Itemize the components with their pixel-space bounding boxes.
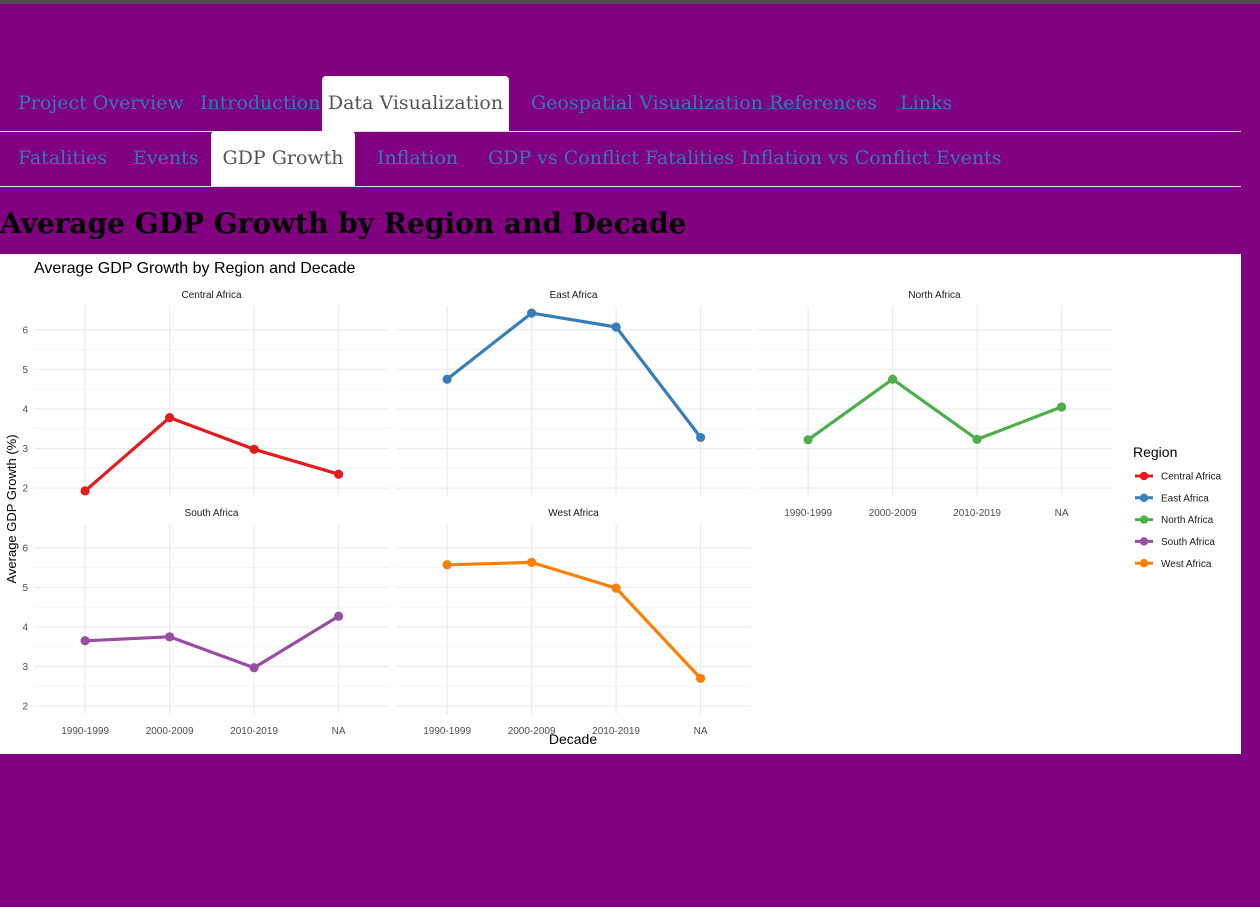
data-point-south-africa xyxy=(80,636,90,646)
legend-label-north-africa: North Africa xyxy=(1161,515,1214,526)
y-tick-label: 5 xyxy=(22,365,28,376)
tab-project-overview[interactable]: Project Overview xyxy=(18,76,184,130)
y-tick-label: 3 xyxy=(22,444,28,455)
subtab-events[interactable]: Events xyxy=(133,131,198,185)
y-tick-label: 4 xyxy=(22,404,28,415)
x-tick-label: 2010-2019 xyxy=(230,726,278,737)
legend-title: Region xyxy=(1133,444,1177,460)
facet-label-south-africa: South Africa xyxy=(185,508,239,519)
y-tick-label: 6 xyxy=(22,543,28,554)
data-point-central-africa xyxy=(249,444,259,454)
data-point-west-africa xyxy=(527,557,537,567)
x-tick-label: 2000-2009 xyxy=(869,508,917,519)
data-point-west-africa xyxy=(611,583,621,593)
facet-label-central-africa: Central Africa xyxy=(181,290,241,301)
data-point-central-africa xyxy=(80,486,90,496)
legend-label-east-africa: East Africa xyxy=(1161,493,1209,504)
legend-key-point xyxy=(1139,559,1149,568)
data-point-south-africa xyxy=(333,611,344,621)
x-tick-label: NA xyxy=(694,726,708,737)
main-tab-bar: Project Overview Introduction Data Visua… xyxy=(0,76,1241,132)
data-point-north-africa xyxy=(888,374,898,384)
facet-label-west-africa: West Africa xyxy=(548,508,599,519)
data-point-central-africa xyxy=(333,469,344,479)
data-point-east-africa xyxy=(695,432,706,443)
y-tick-label: 2 xyxy=(22,702,28,713)
x-tick-label: 1990-1999 xyxy=(423,726,471,737)
x-tick-label: 1990-1999 xyxy=(61,726,109,737)
x-tick-label: 2000-2009 xyxy=(146,726,194,737)
y-tick-label: 5 xyxy=(22,583,28,594)
x-tick-label: 1990-1999 xyxy=(784,508,832,519)
data-point-west-africa xyxy=(695,673,706,683)
series-line-west-africa xyxy=(445,560,703,680)
x-tick-label: 2010-2019 xyxy=(953,508,1001,519)
legend-key-point xyxy=(1139,471,1149,481)
legend-label-central-africa: Central Africa xyxy=(1161,472,1221,483)
data-point-west-africa xyxy=(442,560,452,570)
x-tick-label: NA xyxy=(332,726,346,737)
sub-tab-bar: Fatalities Events GDP Growth Inflation G… xyxy=(0,131,1241,187)
legend-label-south-africa: South Africa xyxy=(1161,537,1215,548)
x-tick-label: NA xyxy=(1055,508,1069,519)
chart-title: Average GDP Growth by Region and Decade xyxy=(34,260,355,277)
data-point-north-africa xyxy=(803,435,813,445)
series-line-south-africa xyxy=(83,614,341,670)
legend-key-point xyxy=(1139,515,1149,524)
y-tick-label: 3 xyxy=(22,662,28,673)
subtab-gdp-vs-conflict-fatalities[interactable]: GDP vs Conflict Fatalities xyxy=(488,131,734,185)
subtab-inflation[interactable]: Inflation xyxy=(377,131,458,185)
facet-label-east-africa: East Africa xyxy=(550,290,598,301)
legend-key-point xyxy=(1139,537,1149,546)
subtab-fatalities[interactable]: Fatalities xyxy=(18,131,107,185)
legend-label-west-africa: West Africa xyxy=(1161,559,1212,570)
plot-container: Average GDP Growth by Region and Decade C… xyxy=(0,254,1241,754)
y-tick-label: 6 xyxy=(22,325,28,336)
y-tick-label: 4 xyxy=(22,622,28,633)
tab-references[interactable]: References xyxy=(769,76,877,130)
gdp-growth-faceted-chart: Average GDP Growth by Region and Decade C… xyxy=(4,260,1221,747)
data-point-east-africa xyxy=(442,374,452,384)
subtab-inflation-vs-conflict-events[interactable]: Inflation vs Conflict Events xyxy=(741,131,1001,185)
data-point-central-africa xyxy=(165,413,175,423)
y-tick-label: 2 xyxy=(22,484,28,495)
data-point-east-africa xyxy=(611,322,621,332)
data-point-south-africa xyxy=(165,632,175,642)
series-line-east-africa xyxy=(445,311,703,439)
tab-introduction[interactable]: Introduction xyxy=(200,76,320,130)
subtab-gdp-growth[interactable]: GDP Growth xyxy=(211,131,355,186)
data-point-north-africa xyxy=(972,434,982,444)
tab-geospatial-visualization[interactable]: Geospatial Visualization xyxy=(531,76,763,130)
data-point-north-africa xyxy=(1056,402,1067,412)
tab-data-visualization[interactable]: Data Visualization xyxy=(322,76,509,131)
tab-links[interactable]: Links xyxy=(900,76,952,130)
x-tick-label: 2010-2019 xyxy=(592,726,640,737)
x-axis-title: Decade xyxy=(549,731,597,747)
y-axis-title: Average GDP Growth (%) xyxy=(4,434,19,583)
window-top-border xyxy=(0,0,1260,4)
page-title: Average GDP Growth by Region and Decade xyxy=(0,207,687,240)
facet-label-north-africa: North Africa xyxy=(908,290,961,301)
legend-key-point xyxy=(1139,493,1149,502)
data-point-south-africa xyxy=(249,663,259,673)
data-point-east-africa xyxy=(527,308,537,318)
